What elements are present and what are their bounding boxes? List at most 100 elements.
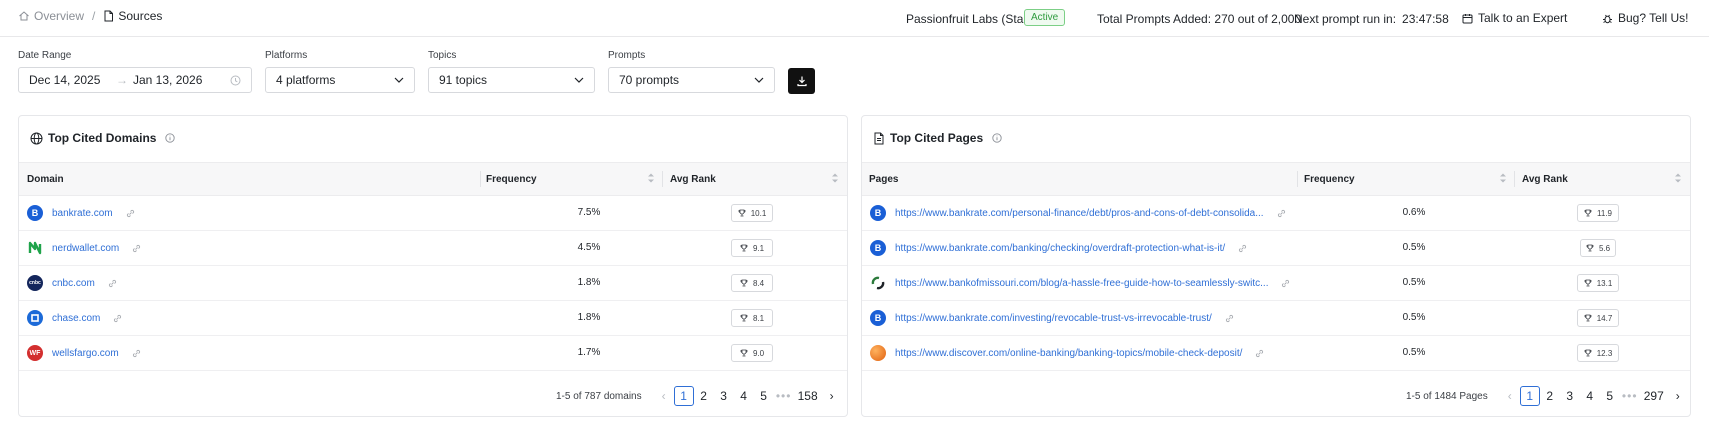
download-button[interactable] — [788, 68, 815, 94]
calendar-icon — [1462, 13, 1473, 23]
trophy-icon — [1584, 279, 1592, 287]
prev-page-button[interactable]: ‹ — [1500, 386, 1520, 406]
table-row[interactable]: nerdwallet.com 4.5% 9.1 — [19, 231, 847, 266]
platforms-value: 4 platforms — [276, 73, 336, 87]
avg-rank-value: 14.7 — [1596, 313, 1613, 323]
talk-to-expert-button[interactable]: Talk to an Expert — [1462, 11, 1567, 25]
table-row[interactable]: chase.com 1.8% 8.1 — [19, 301, 847, 336]
avg-rank-value: 12.3 — [1596, 348, 1613, 358]
discover-logo-icon — [870, 345, 886, 361]
next-run-info: Next prompt run in: 23:47:58 — [1294, 12, 1449, 26]
domain-link[interactable]: cnbc.com — [52, 278, 95, 289]
page-button[interactable]: 3 — [1560, 386, 1580, 406]
column-avg-rank[interactable]: Avg Rank — [670, 163, 716, 195]
link-icon[interactable] — [126, 209, 135, 218]
page-button[interactable]: 2 — [694, 386, 714, 406]
page-button[interactable]: 5 — [754, 386, 774, 406]
page-button[interactable]: 4 — [1580, 386, 1600, 406]
domains-card-header: Top Cited Domains — [30, 131, 176, 145]
date-range-picker[interactable]: Dec 14, 2025 → Jan 13, 2026 — [18, 67, 252, 93]
frequency-value: 0.5% — [1402, 347, 1426, 358]
avg-rank-value: 13.1 — [1596, 278, 1613, 288]
top-cited-pages-card: Top Cited Pages Pages Frequency Avg Rank… — [861, 115, 1691, 417]
link-icon[interactable] — [1238, 244, 1247, 253]
link-icon[interactable] — [1225, 314, 1234, 323]
link-icon[interactable] — [132, 349, 141, 358]
table-row[interactable]: B https://www.bankrate.com/personal-fina… — [862, 196, 1690, 231]
sort-icon[interactable] — [831, 172, 839, 184]
document-icon — [874, 132, 884, 144]
info-icon[interactable] — [165, 133, 176, 143]
table-row[interactable]: https://www.discover.com/online-banking/… — [862, 336, 1690, 371]
page-button[interactable]: 297 — [1644, 386, 1664, 406]
page-ellipsis[interactable]: ••• — [774, 386, 794, 406]
sort-icon[interactable] — [1674, 172, 1682, 184]
page-link[interactable]: https://www.bankrate.com/personal-financ… — [895, 208, 1264, 219]
table-row[interactable]: B https://www.bankrate.com/banking/check… — [862, 231, 1690, 266]
page-link[interactable]: https://www.bankrate.com/investing/revoc… — [895, 313, 1212, 324]
date-range-filter: Date Range Dec 14, 2025 → Jan 13, 2026 — [18, 50, 252, 93]
next-run-label: Next prompt run in: — [1294, 12, 1397, 26]
frequency-value: 0.5% — [1402, 242, 1426, 253]
frequency-value: 1.8% — [577, 312, 601, 323]
pagination-summary: 1-5 of 787 domains — [556, 390, 642, 402]
link-icon[interactable] — [1255, 349, 1264, 358]
home-icon — [19, 11, 29, 21]
page-button[interactable]: 3 — [714, 386, 734, 406]
column-frequency[interactable]: Frequency — [1304, 163, 1355, 195]
top-bar: Overview / Sources Passionfruit Labs (St… — [0, 0, 1709, 37]
link-icon[interactable] — [132, 244, 141, 253]
page-button[interactable]: 4 — [734, 386, 754, 406]
date-end[interactable]: Jan 13, 2026 — [133, 73, 230, 87]
arrow-right-icon: → — [116, 73, 128, 87]
platforms-select[interactable]: 4 platforms — [265, 67, 415, 93]
next-page-button[interactable]: › — [822, 386, 842, 406]
bankrate-logo-icon: B — [870, 205, 886, 221]
column-frequency[interactable]: Frequency — [486, 163, 537, 195]
link-icon[interactable] — [1281, 279, 1290, 288]
trophy-icon — [1586, 244, 1594, 252]
topics-value: 91 topics — [439, 73, 488, 87]
chevron-down-icon — [754, 77, 764, 83]
frequency-value: 0.5% — [1402, 312, 1426, 323]
column-pages: Pages — [869, 173, 899, 185]
topics-select[interactable]: 91 topics — [428, 67, 595, 93]
domain-link[interactable]: bankrate.com — [52, 208, 113, 219]
table-row[interactable]: B https://www.bankrate.com/investing/rev… — [862, 301, 1690, 336]
next-page-button[interactable]: › — [1668, 386, 1688, 406]
page-ellipsis[interactable]: ••• — [1620, 386, 1640, 406]
domain-cell: chase.com — [27, 310, 122, 326]
page-link[interactable]: https://www.bankrate.com/banking/checkin… — [895, 243, 1225, 254]
sort-icon[interactable] — [1499, 172, 1507, 184]
sort-icon[interactable] — [647, 172, 655, 184]
page-link[interactable]: https://www.discover.com/online-banking/… — [895, 348, 1242, 359]
breadcrumb-overview[interactable]: Overview — [18, 9, 84, 23]
frequency-value: 0.5% — [1402, 277, 1426, 288]
breadcrumb: Overview / Sources — [18, 9, 162, 23]
column-avg-rank[interactable]: Avg Rank — [1522, 163, 1568, 195]
prev-page-button[interactable]: ‹ — [654, 386, 674, 406]
domain-link[interactable]: wellsfargo.com — [52, 348, 119, 359]
link-icon[interactable] — [113, 314, 122, 323]
page-button[interactable]: 2 — [1540, 386, 1560, 406]
table-row[interactable]: https://www.bankofmissouri.com/blog/a-ha… — [862, 266, 1690, 301]
page-button[interactable]: 1 — [1519, 386, 1540, 406]
table-row[interactable]: B bankrate.com 7.5% 10.1 — [19, 196, 847, 231]
prompts-select[interactable]: 70 prompts — [608, 67, 775, 93]
date-start[interactable]: Dec 14, 2025 — [29, 73, 111, 87]
table-row[interactable]: cnbc cnbc.com 1.8% 8.4 — [19, 266, 847, 301]
page-link[interactable]: https://www.bankofmissouri.com/blog/a-ha… — [895, 278, 1268, 289]
domain-link[interactable]: chase.com — [52, 313, 100, 324]
page-button[interactable]: 1 — [673, 386, 694, 406]
info-icon[interactable] — [992, 133, 1002, 143]
page-button[interactable]: 158 — [798, 386, 818, 406]
link-icon[interactable] — [108, 279, 117, 288]
domain-link[interactable]: nerdwallet.com — [52, 243, 119, 254]
link-icon[interactable] — [1277, 209, 1286, 218]
report-bug-button[interactable]: Bug? Tell Us! — [1602, 11, 1688, 25]
bankrate-logo-icon: B — [870, 240, 886, 256]
page-button[interactable]: 5 — [1600, 386, 1620, 406]
column-domain: Domain — [27, 173, 64, 185]
breadcrumb-current: Sources — [103, 9, 162, 23]
table-row[interactable]: WF wellsfargo.com 1.7% 9.0 — [19, 336, 847, 371]
